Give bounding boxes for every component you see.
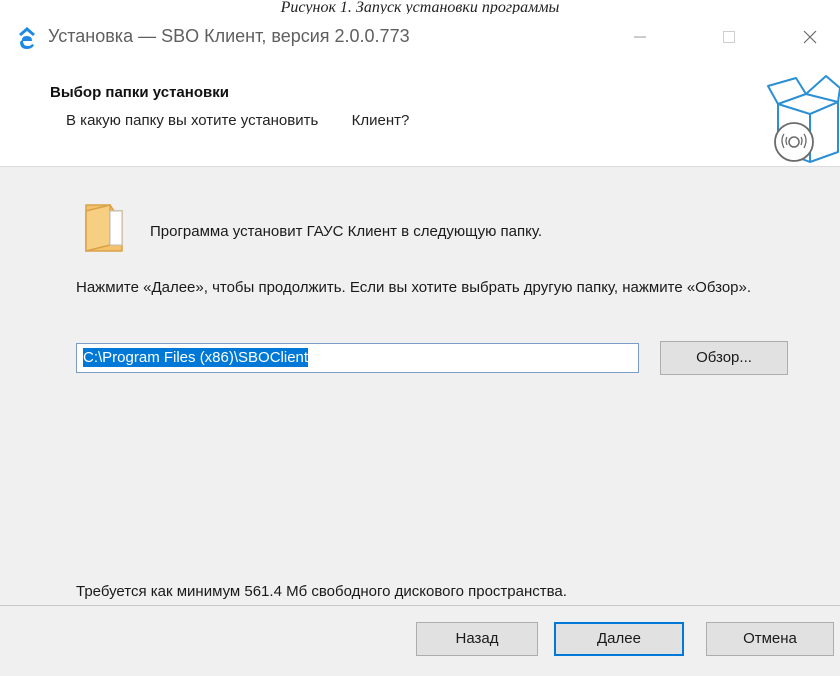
disk-space-requirement: Требуется как минимум 561.4 Мб свободног… [76,583,567,600]
maximize-button[interactable] [707,18,751,56]
cancel-button[interactable]: Отмена [706,622,834,656]
install-path-value: C:\Program Files (x86)\SBOClient [83,348,309,367]
back-button[interactable]: Назад [416,622,538,656]
browse-button[interactable]: Обзор... [660,341,788,375]
next-button[interactable]: Далее [554,622,684,656]
minimize-button[interactable] [618,18,662,56]
maximize-icon [723,31,735,43]
minimize-icon [634,36,646,38]
destination-message: Программа установит ГАУС Клиент в следую… [150,223,542,240]
folder-icon [85,204,123,252]
app-icon [19,27,35,49]
page-subtitle: В какую папку вы хотите установить Клиен… [66,112,410,129]
title-bar[interactable]: Установка — SBO Клиент, версия 2.0.0.773 [0,14,840,60]
close-icon [803,30,817,44]
wizard-content: Программа установит ГАУС Клиент в следую… [0,167,840,605]
installer-window: Установка — SBO Клиент, версия 2.0.0.773… [0,14,840,676]
page-title: Выбор папки установки [50,84,229,101]
window-title: Установка — SBO Клиент, версия 2.0.0.773 [48,26,410,46]
install-box-icon [767,75,840,163]
install-path-input[interactable]: C:\Program Files (x86)\SBOClient [76,343,639,373]
instructions-text: Нажмите «Далее», чтобы продолжить. Если … [76,279,752,296]
wizard-footer: Назад Далее Отмена [0,605,840,676]
wizard-header: Выбор папки установки В какую папку вы х… [0,60,840,167]
close-button[interactable] [788,18,832,56]
